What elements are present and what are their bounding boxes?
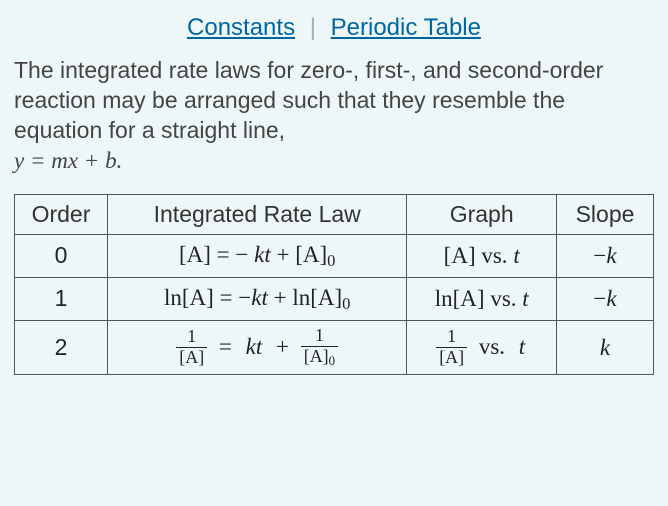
cell-graph: 1[A] vs. t [407,320,557,374]
table-row: 2 1[A] = kt + 1[A]0 1[A] vs. t [15,320,654,374]
intro-text: The integrated rate laws for zero-, firs… [14,57,603,143]
cell-law: [A] = − kt + [A]0 [108,234,407,277]
header-order: Order [15,194,108,234]
cell-slope: −k [557,234,654,277]
intro-paragraph: The integrated rate laws for zero-, firs… [14,56,654,176]
constants-link[interactable]: Constants [187,14,295,41]
header-slope: Slope [557,194,654,234]
cell-order: 0 [15,234,108,277]
cell-slope: −k [557,277,654,320]
cell-order: 2 [15,320,108,374]
cell-order: 1 [15,277,108,320]
link-separator: | [302,14,324,41]
cell-law: 1[A] = kt + 1[A]0 [108,320,407,374]
rate-law-table: Order Integrated Rate Law Graph Slope 0 … [14,194,654,375]
table-row: 0 [A] = − kt + [A]0 [A] vs. t −k [15,234,654,277]
cell-law: ln[A] = −kt + ln[A]0 [108,277,407,320]
header-law: Integrated Rate Law [108,194,407,234]
periodic-table-link[interactable]: Periodic Table [331,14,481,41]
cell-graph: [A] vs. t [407,234,557,277]
intro-equation: y = mx + b. [14,148,122,173]
content-panel: Constants | Periodic Table The integrate… [0,0,668,395]
table-row: 1 ln[A] = −kt + ln[A]0 ln[A] vs. t −k [15,277,654,320]
header-graph: Graph [407,194,557,234]
table-header-row: Order Integrated Rate Law Graph Slope [15,194,654,234]
top-links: Constants | Periodic Table [14,10,654,56]
cell-graph: ln[A] vs. t [407,277,557,320]
cell-slope: k [557,320,654,374]
